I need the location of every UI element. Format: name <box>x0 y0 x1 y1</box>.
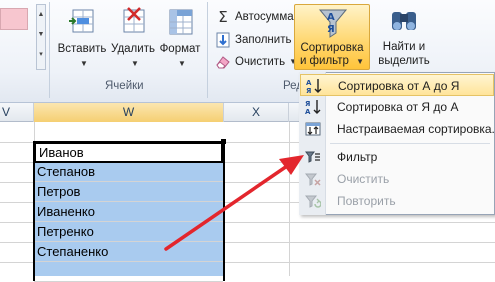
annotation-arrow <box>164 155 304 251</box>
